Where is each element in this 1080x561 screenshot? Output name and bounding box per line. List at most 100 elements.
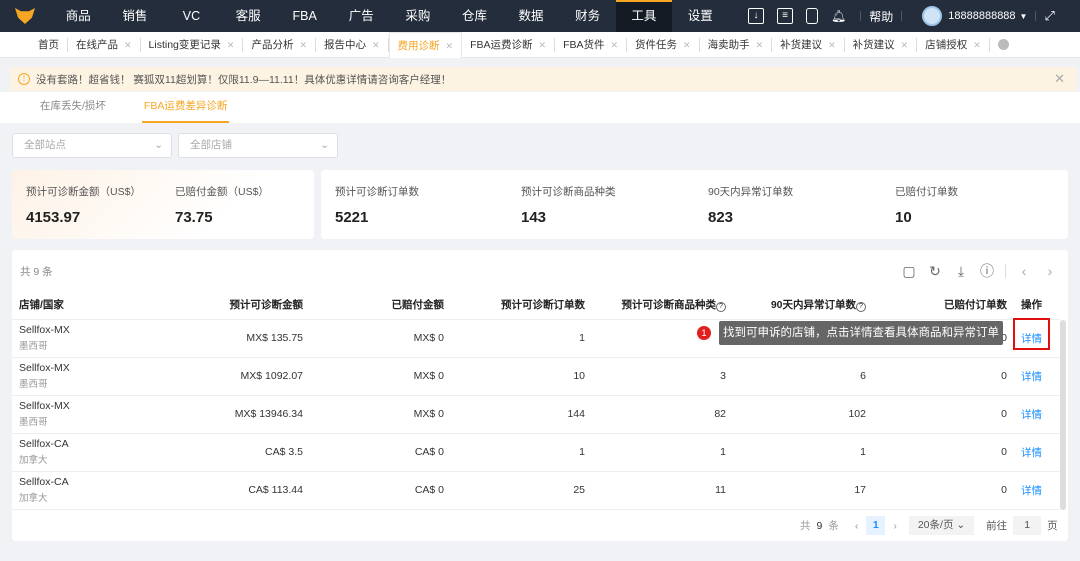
types-cell: 3 [593, 357, 734, 396]
nav-item[interactable]: 采购 [390, 0, 447, 32]
paid-cell: CA$ 0 [311, 471, 452, 510]
download-icon[interactable]: ↓ [748, 8, 764, 24]
close-icon[interactable]: ✕ [756, 38, 764, 52]
add-document-icon[interactable]: ≡ [777, 8, 793, 24]
tab-label: 补货建议 [852, 38, 895, 51]
close-icon[interactable]: ✕ [1054, 71, 1065, 87]
help-icon[interactable]: ⓘ [979, 261, 995, 281]
bell-icon[interactable]: 🔔︎ [831, 9, 846, 23]
close-icon[interactable]: ✕ [539, 38, 547, 52]
amount-cell: MX$ 1092.07 [102, 357, 311, 396]
orders-cell: 1 [452, 319, 593, 358]
mobile-icon[interactable] [806, 8, 818, 24]
tab[interactable]: 首页 [30, 37, 68, 52]
shop-select[interactable]: 全部店铺 ⌄ [178, 133, 338, 158]
help-icon[interactable]: ? [856, 301, 866, 312]
fox-logo[interactable] [0, 0, 50, 32]
order-summary-card: 预计可诊断订单数 5221 预计可诊断商品种类 143 90天内异常订单数 823 已… [321, 170, 1068, 239]
tab[interactable]: 产品分析 ✕ [243, 37, 316, 52]
nav-item[interactable]: 财务 [559, 0, 616, 32]
nav-item[interactable]: 广告 [333, 0, 390, 32]
tab[interactable]: Listing变更记录 ✕ [141, 37, 244, 52]
nav-item[interactable]: 仓库 [446, 0, 503, 32]
close-icon[interactable]: ✕ [901, 38, 909, 52]
next-page-icon[interactable]: › [893, 520, 897, 532]
tab[interactable]: FBA货件 ✕ [555, 37, 628, 52]
paid-summary-card: 预计可诊断金额（US$） 4153.97 已赔付金额（US$） 73.75 [12, 170, 314, 239]
chevron-down-icon[interactable]: ▼ [1020, 12, 1028, 21]
site-select[interactable]: 全部站点 ⌄ [12, 133, 172, 158]
goto-label: 前往 [986, 520, 1008, 532]
refresh-icon[interactable]: ↻ [927, 263, 943, 280]
column-header: 已赔付金额 [311, 290, 452, 320]
close-icon[interactable]: ✕ [299, 38, 307, 52]
shop-cell: Sellfox-CA 加拿大 [12, 471, 102, 510]
user-name[interactable]: 18888888888 [948, 10, 1015, 22]
tab-label: 海卖助手 [707, 38, 750, 51]
scrollbar[interactable] [1060, 320, 1066, 510]
nav-item[interactable]: 商品 [50, 0, 107, 32]
tab-label: 产品分析 [251, 38, 294, 51]
details-link[interactable]: 详情 [1021, 447, 1042, 459]
more-tabs-icon[interactable] [997, 39, 1009, 50]
close-icon[interactable]: ✕ [828, 38, 836, 52]
help-icon[interactable]: ? [716, 301, 726, 312]
nav-item[interactable]: 工具 [615, 0, 672, 32]
tab[interactable]: 补货建议 ✕ [772, 37, 845, 52]
tab[interactable]: FBA运费诊断 ✕ [462, 37, 556, 52]
goto-input[interactable]: 1 [1013, 516, 1042, 535]
help-link[interactable]: 帮助 [869, 8, 893, 25]
site-select-value: 全部站点 [24, 139, 66, 151]
close-icon[interactable]: ✕ [446, 33, 454, 58]
types-cell: 1 [593, 319, 734, 358]
tab-label: 在线产品 [76, 38, 118, 51]
subtab-inventory-lost[interactable]: 在库丢失/损坏 [40, 92, 106, 123]
pagination: 共 9 条 ‹ 1 › 20条/页 ⌄ 前往 1 页 [800, 516, 1058, 535]
stat-types: 预计可诊断商品种类 143 [521, 186, 616, 226]
details-link[interactable]: 详情 [1021, 371, 1042, 383]
tab[interactable]: 货件任务 ✕ [627, 37, 700, 52]
tab[interactable]: 店铺授权 ✕ [917, 37, 990, 52]
close-icon[interactable]: ✕ [124, 38, 132, 52]
close-icon[interactable]: ✕ [372, 38, 380, 52]
next-icon[interactable]: › [1042, 263, 1058, 279]
types-cell: 82 [593, 395, 734, 434]
export-icon[interactable]: ⤓ [953, 263, 969, 280]
nav-item[interactable]: VC [163, 0, 220, 32]
subtab-fba-fee-diagnosis[interactable]: FBA运费差异诊断 [141, 92, 230, 123]
close-icon[interactable]: ✕ [227, 38, 235, 52]
close-icon[interactable]: ✕ [610, 38, 618, 52]
column-settings-icon[interactable]: ▢ [901, 263, 917, 280]
tab[interactable]: 补货建议 ✕ [845, 37, 918, 52]
top-nav: 商品 销售 VC 客服 FBA 广告 采购 仓库 数据 财务 工具 设置 ↓ ≡ 🔔︎ 帮助 1888… [0, 0, 1080, 32]
tab[interactable]: 报告中心 ✕ [316, 37, 389, 52]
close-icon[interactable]: ✕ [973, 38, 981, 52]
tab[interactable]: 费用诊断 ✕ [388, 31, 463, 58]
prev-icon[interactable]: ‹ [1016, 263, 1032, 279]
prev-page-icon[interactable]: ‹ [855, 520, 859, 532]
pager-total-prefix: 共 [800, 520, 811, 532]
tab-label: FBA运费诊断 [470, 38, 533, 51]
close-icon[interactable]: ✕ [683, 38, 691, 52]
avatar[interactable] [922, 6, 943, 26]
nav-item[interactable]: FBA [276, 0, 333, 32]
shop-select-value: 全部店铺 [190, 139, 232, 151]
nav-item[interactable]: 销售 [107, 0, 164, 32]
nav-item[interactable]: 客服 [220, 0, 277, 32]
page-size-select[interactable]: 20条/页 ⌄ [908, 516, 975, 535]
sub-tabs: 在库丢失/损坏 FBA运费差异诊断 [0, 92, 1080, 123]
tab-label: 费用诊断 [397, 39, 440, 52]
orders-cell: 144 [452, 395, 593, 434]
nav-item[interactable]: 设置 [672, 0, 729, 32]
fullscreen-icon[interactable]: ⤢ [1044, 8, 1054, 24]
total-count: 共 9 条 [20, 266, 53, 278]
details-link[interactable]: 详情 [1021, 409, 1042, 421]
tab[interactable]: 在线产品 ✕ [68, 37, 141, 52]
tab-label: FBA货件 [563, 38, 605, 51]
tab-label: 店铺授权 [925, 38, 968, 51]
page-1[interactable]: 1 [866, 516, 886, 535]
warning-icon: ! [18, 73, 30, 85]
tab[interactable]: 海卖助手 ✕ [700, 37, 773, 52]
details-link[interactable]: 详情 [1021, 485, 1042, 497]
nav-item[interactable]: 数据 [503, 0, 560, 32]
